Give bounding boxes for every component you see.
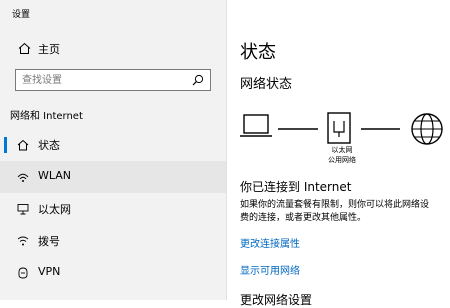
description-line: 如果你的流量套餐有限制，则你可以将此网络设: [240, 200, 430, 210]
wifi-icon: [17, 173, 29, 182]
sidebar-item-label: WLAN: [38, 169, 72, 182]
page-title: 状态: [240, 42, 276, 63]
ethernet-icon: [17, 204, 29, 215]
vpn-icon: [18, 267, 28, 279]
connection-status: 你已连接到 Internet: [240, 180, 352, 194]
description-line: 费的连接，或者更改其他属性。: [240, 213, 367, 223]
sidebar-item-dialup[interactable]: 拨号: [0, 225, 226, 257]
pane-divider: [226, 0, 227, 300]
adapter-name: 以太网: [331, 146, 353, 154]
diagram-caption: 以太网 公用网络: [318, 145, 366, 165]
sidebar-item-vpn[interactable]: VPN: [0, 257, 226, 289]
home-label: 主页: [38, 43, 60, 56]
change-properties-link[interactable]: 更改连接属性: [240, 235, 300, 250]
sidebar-item-wlan[interactable]: WLAN: [0, 161, 226, 193]
search-field[interactable]: [15, 69, 211, 91]
home-icon: [18, 42, 31, 54]
app-title: 设置: [12, 10, 31, 20]
search-icon[interactable]: [192, 74, 204, 86]
sidebar: 设置 主页 网络和 Internet 状态 WLAN: [0, 0, 226, 300]
globe-icon: [411, 113, 443, 145]
sidebar-item-label: 状态: [38, 139, 60, 152]
sidebar-item-status[interactable]: 状态: [0, 129, 226, 161]
home-icon: [17, 139, 29, 151]
network-profile: 公用网络: [328, 156, 356, 164]
network-status-heading: 网络状态: [240, 77, 293, 92]
dialup-icon: [17, 236, 29, 246]
sidebar-home[interactable]: 主页: [0, 38, 226, 60]
show-networks-link[interactable]: 显示可用网络: [240, 262, 300, 277]
sidebar-item-label: 拨号: [38, 235, 60, 248]
search-input[interactable]: [22, 72, 182, 88]
sidebar-item-label: 以太网: [38, 203, 71, 216]
section-label: 网络和 Internet: [10, 111, 83, 122]
selection-indicator: [4, 137, 7, 153]
ethernet-port-icon: [327, 112, 351, 144]
sidebar-item-ethernet[interactable]: 以太网: [0, 193, 226, 225]
laptop-icon: [240, 114, 272, 137]
sidebar-item-label: VPN: [38, 265, 61, 278]
